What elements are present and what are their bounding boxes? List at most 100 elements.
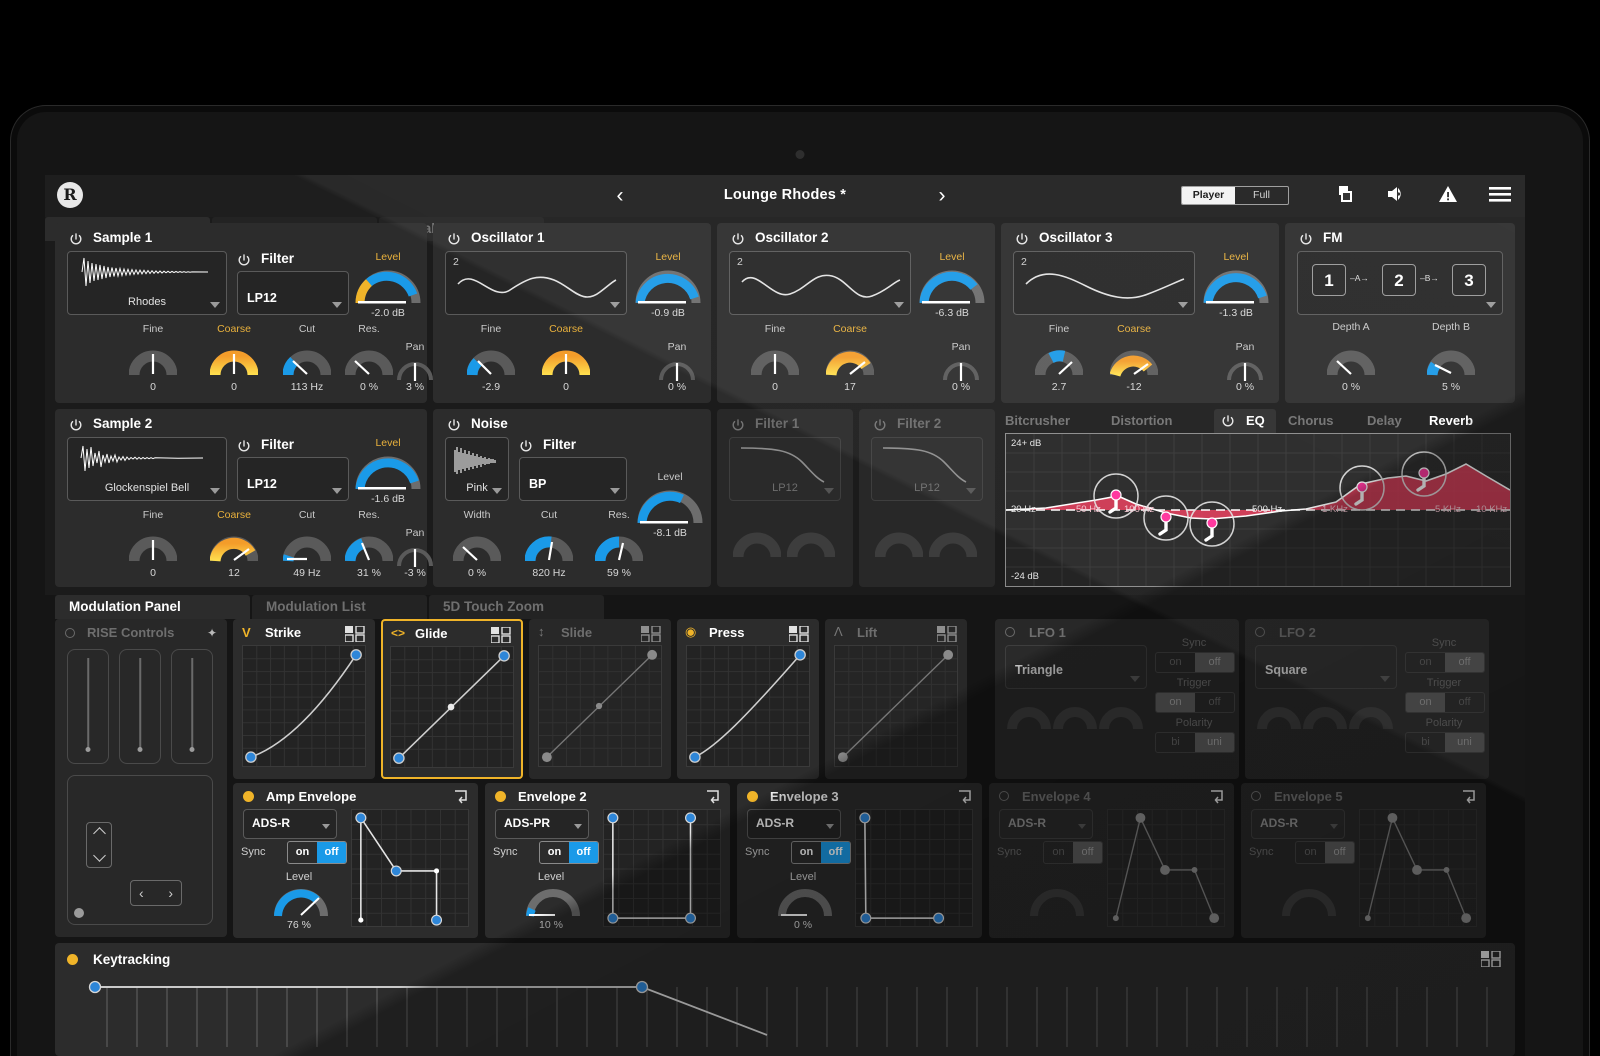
envelope5-mode[interactable]: ADS-R xyxy=(1251,809,1345,839)
fm-depth-a-knob[interactable] xyxy=(1327,337,1375,379)
app-logo[interactable]: R xyxy=(57,182,83,208)
osc3-wave-selector[interactable]: 2 xyxy=(1013,251,1195,315)
chevron-down-icon[interactable] xyxy=(492,488,502,494)
filter2-cut-knob[interactable] xyxy=(875,519,923,561)
lfo2-depth-knob[interactable] xyxy=(1303,695,1347,733)
sample2-pan-knob[interactable] xyxy=(395,541,435,569)
card-strike[interactable]: V Strike xyxy=(233,619,375,779)
press-curve[interactable] xyxy=(686,645,810,767)
envelope3-sync-on[interactable]: on xyxy=(792,842,821,863)
chevron-down-icon[interactable] xyxy=(894,302,904,308)
filter1-cut-knob[interactable] xyxy=(733,519,781,561)
sample2-sample-selector[interactable]: Glockenspiel Bell xyxy=(67,437,227,501)
keytracking-power-icon[interactable] xyxy=(67,954,78,965)
sample1-level-arc[interactable] xyxy=(355,265,421,305)
chevron-down-icon[interactable] xyxy=(210,488,220,494)
lfo2-phase-knob[interactable] xyxy=(1349,695,1393,733)
envelope2-sync-off[interactable]: off xyxy=(569,842,598,863)
osc2-pan-knob[interactable] xyxy=(941,355,981,383)
power-icon[interactable] xyxy=(1015,232,1029,246)
noise-filter-type[interactable]: BP xyxy=(519,457,627,501)
envelope3-mode[interactable]: ADS-R xyxy=(747,809,841,839)
envelope5-power-icon[interactable] xyxy=(1251,791,1261,801)
power-icon[interactable] xyxy=(731,232,745,246)
keytracking-graph[interactable] xyxy=(67,975,1503,1049)
rise-xy-pad[interactable]: ‹ › xyxy=(67,775,213,925)
lfo2-polarity-bi[interactable]: bi xyxy=(1406,733,1445,752)
osc3-coarse-knob[interactable] xyxy=(1110,337,1158,379)
chevron-down-icon[interactable] xyxy=(826,824,834,829)
noise-cut-knob[interactable] xyxy=(525,523,573,565)
amp-envelope-graph[interactable] xyxy=(351,809,469,927)
sample1-filter-type[interactable]: LP12 xyxy=(237,271,349,315)
osc1-pan-knob[interactable] xyxy=(657,355,697,383)
osc3-pan-knob[interactable] xyxy=(1225,355,1265,383)
amp-envelope-sync-on[interactable]: on xyxy=(288,842,317,863)
amp-envelope-sync-off[interactable]: off xyxy=(317,842,346,863)
lfo1-depth-knob[interactable] xyxy=(1053,695,1097,733)
chevron-down-icon[interactable] xyxy=(332,488,342,494)
envelope2-level-arc[interactable] xyxy=(525,885,581,919)
envelope3-graph[interactable] xyxy=(855,809,973,927)
fx-tab-reverb[interactable]: Reverb xyxy=(1429,409,1473,433)
card-slide[interactable]: ↕ Slide xyxy=(529,619,671,779)
lfo2-sync-on[interactable]: on xyxy=(1406,653,1445,672)
sample1-pan-knob[interactable] xyxy=(395,355,435,383)
amp-envelope-power-icon[interactable] xyxy=(243,791,254,802)
lfo1-sync-on[interactable]: on xyxy=(1156,653,1195,672)
sample2-fine-knob[interactable] xyxy=(129,523,177,565)
menu-icon[interactable] xyxy=(1487,181,1513,207)
chevron-down-icon[interactable] xyxy=(322,824,330,829)
noise-width-knob[interactable] xyxy=(453,523,501,565)
fx-tab-bitcrusher[interactable]: Bitcrusher xyxy=(1005,409,1070,433)
grid-view-icon[interactable] xyxy=(1481,951,1503,967)
tab-modulation-list[interactable]: Modulation List xyxy=(252,595,427,619)
warning-icon[interactable] xyxy=(1435,181,1461,207)
lfo1-trigger-off[interactable]: off xyxy=(1195,693,1234,712)
chevron-down-icon[interactable] xyxy=(1330,824,1338,829)
rise-slider-2[interactable] xyxy=(119,649,161,764)
envelope4-graph[interactable] xyxy=(1107,809,1225,927)
envelope5-level-arc[interactable] xyxy=(1281,885,1337,919)
lfo2-power-icon[interactable] xyxy=(1255,627,1265,637)
sample1-coarse-knob[interactable] xyxy=(210,337,258,379)
power-icon[interactable] xyxy=(873,418,887,432)
card-press[interactable]: ◉ Press xyxy=(677,619,819,779)
chevron-down-icon[interactable] xyxy=(824,488,834,494)
amp-envelope-mode[interactable]: ADS-R xyxy=(243,809,337,839)
power-icon[interactable] xyxy=(69,418,83,432)
card-lift[interactable]: Λ Lift xyxy=(825,619,967,779)
sample2-res-knob[interactable] xyxy=(345,523,393,565)
fm-operator-2[interactable]: 2 xyxy=(1382,264,1416,296)
sample1-res-knob[interactable] xyxy=(345,337,393,379)
preset-name[interactable]: Lounge Rhodes * xyxy=(645,187,925,203)
power-icon[interactable] xyxy=(1299,232,1313,246)
mode-player-button[interactable]: Player xyxy=(1182,187,1235,204)
fm-operator-1[interactable]: 1 xyxy=(1312,264,1346,296)
next-preset-button[interactable]: › xyxy=(929,183,955,209)
copy-icon[interactable] xyxy=(1331,181,1357,207)
envelope4-sync-toggle[interactable]: on off xyxy=(1043,841,1103,864)
lfo1-polarity-bi[interactable]: bi xyxy=(1156,733,1195,752)
envelope5-sync-on[interactable]: on xyxy=(1296,842,1325,863)
sample2-level-arc[interactable] xyxy=(355,451,421,491)
card-glide[interactable]: <> Glide xyxy=(381,619,523,779)
loop-icon[interactable] xyxy=(1461,789,1476,804)
chevron-down-icon[interactable] xyxy=(610,302,620,308)
lfo2-trigger-off[interactable]: off xyxy=(1445,693,1484,712)
envelope3-sync-toggle[interactable]: on off xyxy=(791,841,851,864)
lfo1-sync-off[interactable]: off xyxy=(1195,653,1234,672)
sample1-cut-knob[interactable] xyxy=(283,337,331,379)
envelope2-sync-toggle[interactable]: on off xyxy=(539,841,599,864)
power-icon[interactable] xyxy=(69,232,83,246)
osc2-level-arc[interactable] xyxy=(919,265,985,305)
rise-updown-stepper[interactable] xyxy=(86,822,112,868)
envelope2-graph[interactable] xyxy=(603,809,721,927)
grid-view-icon[interactable] xyxy=(789,626,811,642)
fx-tab-delay[interactable]: Delay xyxy=(1367,409,1402,433)
power-icon[interactable] xyxy=(731,418,745,432)
lfo2-polarity-uni[interactable]: uni xyxy=(1445,733,1484,752)
envelope5-sync-toggle[interactable]: on off xyxy=(1295,841,1355,864)
chevron-down-icon[interactable] xyxy=(1130,676,1140,682)
chevron-down-icon[interactable] xyxy=(1380,676,1390,682)
